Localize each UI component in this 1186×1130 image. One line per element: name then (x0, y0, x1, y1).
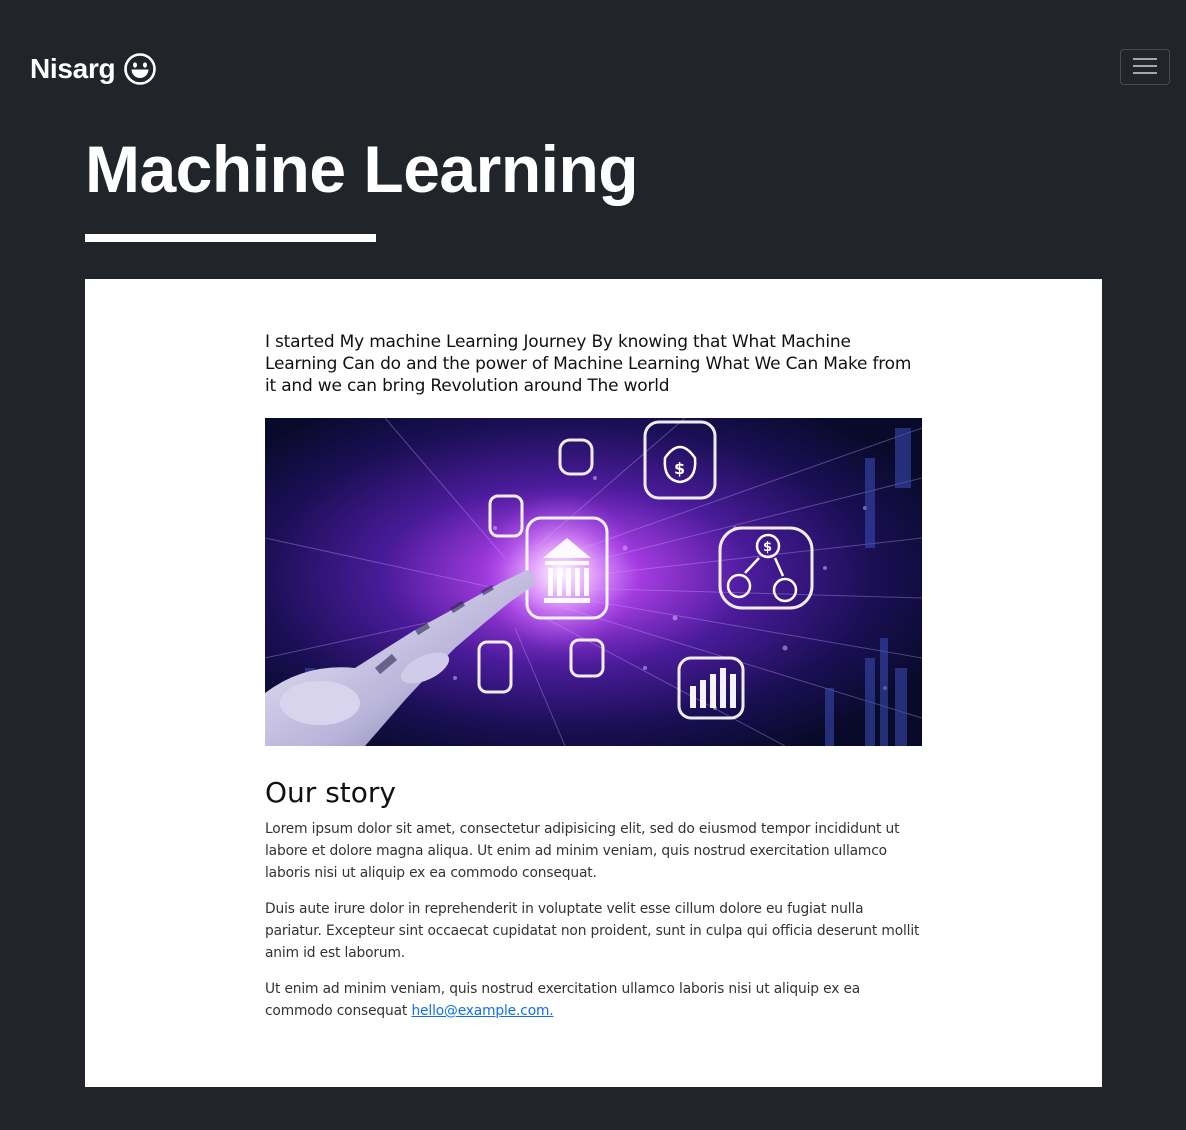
story-paragraph-1: Lorem ipsum dolor sit amet, consectetur … (265, 821, 900, 881)
story-paragraph-3: Ut enim ad minim veniam, quis nostrud ex… (265, 978, 922, 1022)
svg-text:$: $ (674, 459, 685, 478)
brand-name: Nisarg (30, 53, 116, 84)
page-title: Machine Learning (85, 132, 639, 206)
email-link[interactable]: hello@example.com. (411, 1003, 553, 1019)
hamburger-menu-icon (1132, 56, 1158, 79)
svg-text:$: $ (763, 540, 772, 555)
article-content: I started My machine Learning Journey By… (265, 331, 922, 1036)
hero-image: $ $ (265, 418, 922, 746)
title-underline (85, 234, 376, 242)
grin-face-icon (123, 52, 157, 86)
story-paragraph-2: Duis aute irure dolor in reprehenderit i… (265, 901, 920, 961)
brand-link[interactable]: Nisarg (30, 50, 157, 88)
navbar-toggler-button[interactable] (1120, 49, 1170, 85)
content-card: I started My machine Learning Journey By… (85, 279, 1102, 1087)
intro-text: I started My machine Learning Journey By… (265, 332, 912, 396)
navbar: Nisarg (0, 0, 1186, 130)
story-heading: Our story (265, 776, 396, 809)
story-paragraph-3-text: Ut enim ad minim veniam, quis nostrud ex… (265, 981, 861, 1019)
